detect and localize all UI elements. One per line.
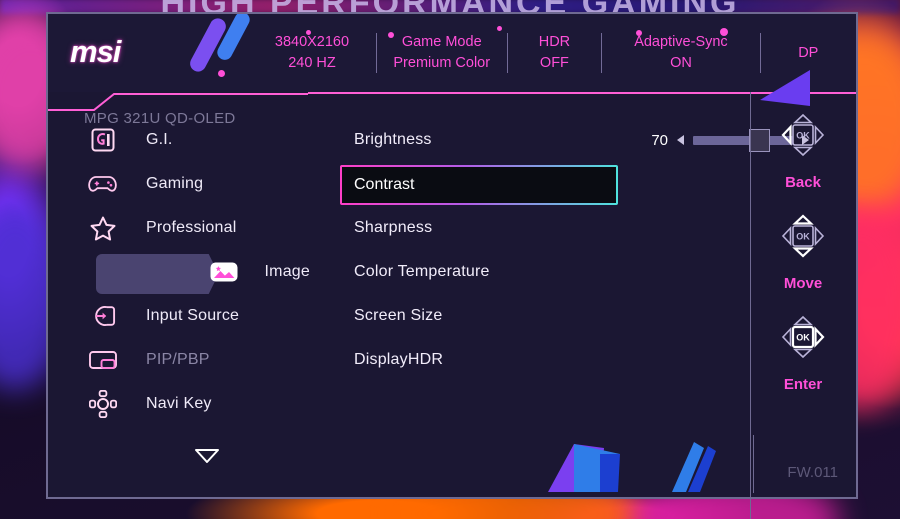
- firmware-version: FW.011: [787, 464, 838, 481]
- osd-header: msi 3840X2160 240 HZ Game Mode Premium C…: [48, 14, 856, 92]
- sidebar-selection-highlight: [96, 254, 219, 294]
- nav-button-label: Back: [785, 174, 821, 191]
- sidebar-item-professional[interactable]: Professional: [48, 206, 310, 250]
- joystick-updown-icon: OK: [772, 207, 834, 270]
- menu-item-label: Sharpness: [354, 219, 433, 236]
- menu-item-sharpness[interactable]: Sharpness: [340, 206, 630, 250]
- input-arrow-icon: [86, 301, 120, 331]
- sidebar-item-navi-key[interactable]: Navi Key: [48, 382, 310, 426]
- gi-badge-icon: [86, 125, 120, 155]
- status-resolution: 3840X2160 240 HZ: [274, 34, 350, 71]
- status-input: DP: [798, 44, 819, 61]
- sidebar-item-input-source[interactable]: Input Source: [48, 294, 310, 338]
- nav-button-label: Move: [783, 275, 823, 292]
- joystick-enter-icon: OK: [772, 308, 834, 371]
- menu-list: Brightness Contrast Sharpness Color Temp…: [340, 118, 630, 382]
- msi-logo: msi: [70, 34, 121, 69]
- sidebar-item-image[interactable]: Image: [48, 250, 310, 294]
- star-icon: [86, 213, 120, 243]
- triangle-left-icon[interactable]: [677, 135, 684, 145]
- osd-body: G.I. Gaming Professional Image Input Sou…: [48, 70, 856, 519]
- pip-window-icon: [86, 345, 120, 375]
- sidebar-item-label: G.I.: [146, 131, 173, 148]
- nav-button-move[interactable]: OK Move: [772, 207, 834, 292]
- sidebar-item-label: Navi Key: [146, 395, 212, 412]
- gamepad-icon: [86, 169, 120, 199]
- chevron-down-icon[interactable]: [194, 448, 220, 469]
- nav-button-enter[interactable]: OK Enter: [772, 308, 834, 393]
- svg-text:OK: OK: [796, 333, 810, 343]
- status-hdr: HDR OFF: [538, 34, 571, 71]
- sidebar: G.I. Gaming Professional Image Input Sou…: [48, 118, 310, 463]
- svg-text:OK: OK: [796, 131, 810, 141]
- menu-item-label: Contrast: [354, 176, 415, 193]
- screen: HIGH PERFORMANCE GAMING msi 3840X2160 24…: [0, 0, 900, 519]
- status-game-mode: Game Mode Premium Color: [393, 34, 491, 71]
- slider-value: 70: [651, 131, 668, 149]
- picture-icon: [209, 257, 239, 287]
- menu-item-brightness[interactable]: Brightness: [340, 118, 630, 162]
- decor-shape-group: [530, 430, 720, 497]
- menu-item-screen-size[interactable]: Screen Size: [340, 294, 630, 338]
- menu-focus-frame: Contrast: [340, 165, 618, 205]
- nav-button-back[interactable]: OK Back: [772, 106, 834, 191]
- menu-item-label: DisplayHDR: [354, 351, 444, 368]
- menu-item-label: Color Temperature: [354, 263, 490, 280]
- status-adaptive-sync: Adaptive-Sync ON: [634, 34, 728, 71]
- sidebar-item-label: PIP/PBP: [146, 351, 210, 368]
- menu-item-label: Screen Size: [354, 307, 443, 324]
- svg-text:OK: OK: [796, 232, 810, 242]
- osd-panel: msi 3840X2160 240 HZ Game Mode Premium C…: [46, 12, 858, 519]
- navi-key-icon: [86, 389, 120, 419]
- joystick-left-icon: OK: [772, 106, 834, 169]
- firmware-divider: [753, 435, 754, 493]
- menu-item-displayhdr[interactable]: DisplayHDR: [340, 338, 630, 382]
- sidebar-item-gi[interactable]: G.I.: [48, 118, 310, 162]
- rail-divider: [750, 92, 751, 519]
- sidebar-item-label: Gaming: [146, 175, 204, 192]
- sidebar-item-pip-pbp[interactable]: PIP/PBP: [48, 338, 310, 382]
- status-bar: 3840X2160 240 HZ Game Mode Premium Color…: [248, 14, 856, 92]
- menu-item-contrast[interactable]: Contrast: [340, 162, 630, 206]
- nav-button-label: Enter: [783, 376, 823, 393]
- decor-dot: [218, 70, 225, 77]
- menu-item-label: Brightness: [354, 131, 432, 148]
- sidebar-item-label: Input Source: [146, 307, 240, 324]
- sidebar-item-label: Image: [264, 263, 310, 280]
- nav-rail: OK Back OK Move OK Enter: [750, 92, 856, 519]
- sidebar-item-gaming[interactable]: Gaming: [48, 162, 310, 206]
- menu-item-color-temperature[interactable]: Color Temperature: [340, 250, 630, 294]
- sidebar-item-label: Professional: [146, 219, 237, 236]
